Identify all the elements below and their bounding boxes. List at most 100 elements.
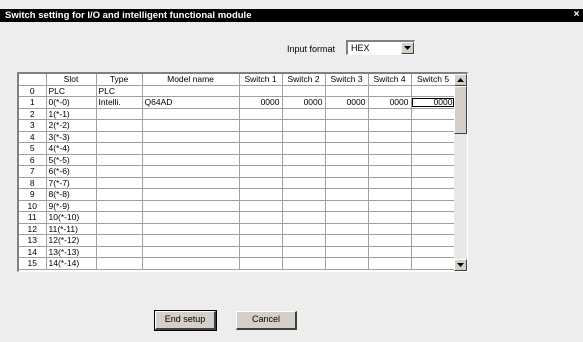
switch-4-cell[interactable] — [368, 119, 412, 132]
switch-5-cell[interactable] — [411, 119, 456, 132]
type-cell[interactable] — [96, 154, 143, 166]
switch-4-cell[interactable] — [368, 246, 412, 258]
switch-2-cell[interactable] — [282, 85, 326, 97]
switch-3-cell[interactable] — [325, 188, 369, 201]
switch-5-cell[interactable] — [411, 223, 456, 235]
vertical-scrollbar[interactable] — [454, 74, 467, 271]
model-name-cell[interactable]: Q64AD — [142, 96, 240, 109]
switch-3-cell[interactable] — [325, 165, 369, 178]
model-name-cell[interactable] — [142, 234, 240, 247]
switch-2-cell[interactable] — [282, 200, 326, 212]
switch-3-cell[interactable] — [325, 257, 369, 270]
model-name-cell[interactable] — [142, 108, 240, 120]
switch-4-cell[interactable] — [368, 85, 412, 97]
type-cell[interactable] — [96, 188, 143, 201]
switch-4-cell[interactable] — [368, 154, 412, 166]
model-name-cell[interactable] — [142, 188, 240, 201]
model-name-cell[interactable] — [142, 223, 240, 235]
switch-1-cell[interactable] — [239, 223, 283, 235]
switch-1-cell[interactable] — [239, 142, 283, 155]
switch-2-cell[interactable] — [282, 131, 326, 143]
switch-5-cell[interactable] — [411, 200, 456, 212]
slot-cell[interactable]: 13(*-13) — [46, 246, 97, 258]
type-cell[interactable] — [96, 200, 143, 212]
switch-4-cell[interactable] — [368, 223, 412, 235]
switch-5-cell[interactable] — [411, 131, 456, 143]
switch-3-cell[interactable] — [325, 142, 369, 155]
switch-1-cell[interactable] — [239, 200, 283, 212]
model-name-cell[interactable] — [142, 211, 240, 224]
switch-4-cell[interactable] — [368, 177, 412, 189]
switch-1-cell[interactable] — [239, 246, 283, 258]
switch-1-cell[interactable] — [239, 154, 283, 166]
model-name-cell[interactable] — [142, 246, 240, 258]
switch-5-cell[interactable] — [411, 165, 456, 178]
switch-1-cell[interactable]: 0000 — [239, 96, 283, 109]
switch-1-cell[interactable] — [239, 119, 283, 132]
slot-cell[interactable]: 10(*-10) — [46, 211, 97, 224]
chevron-down-icon[interactable] — [401, 42, 414, 54]
switch-1-cell[interactable] — [239, 131, 283, 143]
switch-2-cell[interactable] — [282, 177, 326, 189]
slot-cell[interactable]: 3(*-3) — [46, 131, 97, 143]
slot-cell[interactable]: 14(*-14) — [46, 257, 97, 270]
slot-cell[interactable]: PLC — [46, 85, 97, 97]
switch-3-cell[interactable] — [325, 200, 369, 212]
type-cell[interactable]: PLC — [96, 85, 143, 97]
end-setup-button[interactable]: End setup — [154, 310, 217, 331]
switch-3-cell[interactable] — [325, 177, 369, 189]
slot-cell[interactable]: 6(*-6) — [46, 165, 97, 178]
type-cell[interactable] — [96, 108, 143, 120]
type-cell[interactable] — [96, 119, 143, 132]
switch-1-cell[interactable] — [239, 165, 283, 178]
switch-4-cell[interactable] — [368, 142, 412, 155]
type-cell[interactable] — [96, 177, 143, 189]
model-name-cell[interactable] — [142, 154, 240, 166]
slot-cell[interactable]: 7(*-7) — [46, 177, 97, 189]
switch-3-cell[interactable] — [325, 119, 369, 132]
switch-2-cell[interactable] — [282, 211, 326, 224]
switch-1-cell[interactable] — [239, 234, 283, 247]
slot-cell[interactable]: 0(*-0) — [46, 96, 97, 109]
switch-3-cell[interactable] — [325, 131, 369, 143]
type-cell[interactable] — [96, 211, 143, 224]
switch-3-cell[interactable]: 0000 — [325, 96, 369, 109]
model-name-cell[interactable] — [142, 177, 240, 189]
switch-5-cell[interactable] — [411, 257, 456, 270]
switch-2-cell[interactable] — [282, 119, 326, 132]
switch-5-cell[interactable]: 0000 — [411, 96, 456, 109]
type-cell[interactable] — [96, 165, 143, 178]
switch-5-cell[interactable] — [411, 246, 456, 258]
slot-cell[interactable]: 5(*-5) — [46, 154, 97, 166]
switch-5-cell[interactable] — [411, 234, 456, 247]
slot-cell[interactable]: 9(*-9) — [46, 200, 97, 212]
switch-2-cell[interactable] — [282, 246, 326, 258]
switch-4-cell[interactable] — [368, 200, 412, 212]
switch-5-cell[interactable] — [411, 211, 456, 224]
switch-3-cell[interactable] — [325, 108, 369, 120]
slot-cell[interactable]: 12(*-12) — [46, 234, 97, 247]
model-name-cell[interactable] — [142, 142, 240, 155]
switch-4-cell[interactable] — [368, 234, 412, 247]
type-cell[interactable]: Intelli. — [96, 96, 143, 109]
switch-2-cell[interactable] — [282, 154, 326, 166]
type-cell[interactable] — [96, 223, 143, 235]
scroll-thumb[interactable] — [454, 86, 467, 134]
switch-5-cell[interactable] — [411, 142, 456, 155]
switch-4-cell[interactable] — [368, 188, 412, 201]
type-cell[interactable] — [96, 246, 143, 258]
switch-2-cell[interactable] — [282, 234, 326, 247]
model-name-cell[interactable] — [142, 119, 240, 132]
switch-5-cell[interactable] — [411, 154, 456, 166]
switch-4-cell[interactable]: 0000 — [368, 96, 412, 109]
model-name-cell[interactable] — [142, 257, 240, 270]
scroll-up-icon[interactable] — [454, 74, 467, 86]
switch-3-cell[interactable] — [325, 234, 369, 247]
model-name-cell[interactable] — [142, 131, 240, 143]
slot-cell[interactable]: 4(*-4) — [46, 142, 97, 155]
switch-1-cell[interactable] — [239, 85, 283, 97]
switch-2-cell[interactable] — [282, 223, 326, 235]
model-name-cell[interactable] — [142, 165, 240, 178]
slot-cell[interactable]: 8(*-8) — [46, 188, 97, 201]
switch-1-cell[interactable] — [239, 211, 283, 224]
